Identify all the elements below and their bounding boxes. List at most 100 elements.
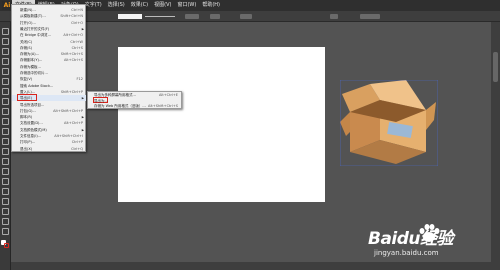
mesh-tool-icon[interactable] (2, 178, 9, 185)
stroke-preview[interactable] (118, 14, 142, 19)
menu-item-label: 存储为模板... (20, 64, 41, 69)
menu-item-shortcut: Alt+Ctrl+O (63, 33, 83, 38)
menu-item-shortcut: Alt+Ctrl+S (63, 58, 83, 63)
file-menu-item[interactable]: 导出所选项目... (12, 102, 86, 108)
menu-item-label: 关闭(C) (20, 39, 33, 44)
line-tool-icon[interactable] (2, 78, 9, 85)
file-menu-item[interactable]: 新建(N)... Ctrl+N (12, 7, 86, 13)
menu-view[interactable]: 视图(V) (151, 0, 174, 11)
hand-tool-icon[interactable] (2, 218, 9, 225)
vertical-scrollbar[interactable] (491, 22, 500, 270)
scroll-thumb[interactable] (493, 52, 498, 82)
pen-tool-icon[interactable] (2, 58, 9, 65)
menu-item-label: 文档设置(D)... (20, 121, 43, 126)
menu-item-label: 从模板新建(T)... (20, 14, 46, 19)
menu-item-shortcut: Ctrl+Q (71, 146, 83, 151)
submenu-item-shortcut: Alt+Shift+Ctrl+S (148, 104, 178, 108)
menu-item-label: 存储为(A)... (20, 52, 39, 57)
menu-item-label: 打印(P)... (20, 140, 36, 145)
file-menu-item[interactable]: 存储为模板... (12, 64, 86, 70)
style-control[interactable] (210, 14, 220, 19)
menu-effect[interactable]: 效果(C) (128, 0, 151, 11)
watermark-url: jingyan.baidu.com (374, 249, 439, 257)
type-tool-icon[interactable] (2, 68, 9, 75)
cardboard-box-illustration[interactable] (340, 80, 438, 166)
menu-item-label: 文件信息(I)... (20, 134, 42, 138)
file-menu-item[interactable]: 退出(X) Ctrl+Q (12, 146, 86, 152)
menu-item-label: 打开(O)... (20, 20, 36, 25)
shape-builder-tool-icon[interactable] (2, 168, 9, 175)
file-menu-item[interactable]: 存储选中的切片... (12, 70, 86, 76)
opacity-control[interactable] (185, 14, 199, 19)
file-menu-item[interactable]: 最近打开的文件(F) ▶ (12, 26, 86, 32)
file-menu-item[interactable]: 在 Bridge 中浏览... Alt+Ctrl+O (12, 32, 86, 38)
artboard[interactable] (118, 47, 325, 202)
export-submenu-item[interactable]: 导出为多种屏幕所用格式... Alt+Ctrl+E (88, 93, 181, 98)
stroke-weight-line (145, 16, 175, 17)
paw-logo-icon (419, 224, 440, 242)
arrange-control[interactable] (360, 14, 380, 19)
direct-selection-tool-icon[interactable] (2, 38, 9, 45)
menu-window[interactable]: 窗口(W) (174, 0, 199, 11)
export-submenu-item[interactable]: 导出为... (88, 99, 181, 104)
rectangle-tool-icon[interactable] (2, 88, 9, 95)
brush-tool-icon[interactable] (2, 98, 9, 105)
free-transform-tool-icon[interactable] (2, 158, 9, 165)
transform-control[interactable] (330, 14, 338, 19)
menu-item-label: 最近打开的文件(F) (20, 26, 50, 31)
menu-item-label: 搜索 Adobe Stock... (20, 83, 54, 88)
menu-item-label: 导出所选项目... (20, 102, 45, 107)
menu-item-label: 存储(S) (20, 45, 32, 50)
menu-item-shortcut: Ctrl+O (71, 20, 83, 25)
file-menu-item[interactable]: 存储为(A)... Shift+Ctrl+S (12, 51, 86, 57)
file-menu-item[interactable]: 文件信息(I)... Alt+Shift+Ctrl+I (12, 133, 86, 139)
menu-select[interactable]: 选择(S) (105, 0, 128, 11)
export-highlight-box (17, 94, 37, 102)
stroke-color-icon[interactable] (4, 243, 9, 248)
eyedropper-tool-icon[interactable] (2, 198, 9, 205)
menu-item-label: 脚本(R) (20, 115, 33, 120)
file-menu-item[interactable]: 关闭(C) Ctrl+W (12, 39, 86, 45)
submenu-arrow-icon: ▶ (81, 127, 84, 132)
baidu-jingyan-watermark: Baidu经验 jingyan.baidu.com (368, 224, 488, 260)
warp-tool-icon[interactable] (2, 148, 9, 155)
menu-item-shortcut: Shift+Ctrl+S (60, 52, 83, 57)
zoom-tool-icon[interactable] (2, 228, 9, 235)
scale-tool-icon[interactable] (2, 138, 9, 145)
file-menu-item[interactable]: 文档设置(D)... Alt+Ctrl+P (12, 120, 86, 126)
menu-help[interactable]: 帮助(H) (199, 0, 223, 11)
file-menu-item[interactable]: 存储副本(Y)... Alt+Ctrl+S (12, 57, 86, 63)
file-menu-item[interactable]: 打包(G)... Alt+Shift+Ctrl+P (12, 108, 86, 114)
magic-wand-tool-icon[interactable] (2, 48, 9, 55)
menu-item-label: 在 Bridge 中浏览... (20, 33, 51, 38)
export-submenu-item[interactable]: 存储为 Web 所用格式（旧版）... Alt+Shift+Ctrl+S (88, 104, 181, 109)
file-menu-item[interactable]: 脚本(R) ▶ (12, 114, 86, 120)
eraser-tool-icon[interactable] (2, 118, 9, 125)
watermark-brand: Baidu经验 (368, 229, 454, 249)
submenu-item-label: 存储为 Web 所用格式（旧版）... (94, 104, 146, 108)
file-menu-item[interactable]: 打开(O)... Ctrl+O (12, 20, 86, 26)
menu-item-shortcut: Shift+Ctrl+P (60, 89, 83, 94)
align-control[interactable] (240, 14, 252, 19)
menu-item-shortcut: Ctrl+P (71, 140, 83, 145)
blend-tool-icon[interactable] (2, 208, 9, 215)
submenu-item-label: 导出为多种屏幕所用格式... (94, 93, 136, 97)
file-menu-dropdown: 新建(N)... Ctrl+N 从模板新建(T)... Shift+Ctrl+N 打开(… (11, 4, 86, 152)
menu-item-shortcut: Alt+Ctrl+P (64, 121, 83, 126)
pencil-tool-icon[interactable] (2, 108, 9, 115)
selection-tool-icon[interactable] (2, 28, 9, 35)
export-submenu: 导出为多种屏幕所用格式... Alt+Ctrl+E 导出为... 存储为 Web 所用… (87, 91, 182, 109)
file-menu-item[interactable]: 搜索 Adobe Stock... (12, 83, 86, 89)
file-menu-item[interactable]: 文档颜色模式(M) ▶ (12, 127, 86, 133)
file-menu-item[interactable]: 存储(S) Ctrl+S (12, 45, 86, 51)
file-menu-item[interactable]: 打印(P)... Ctrl+P (12, 139, 86, 145)
menu-item-shortcut: Ctrl+S (71, 45, 83, 50)
menu-item-label: 存储选中的切片... (20, 71, 48, 75)
gradient-tool-icon[interactable] (2, 188, 9, 195)
file-menu-item[interactable]: 恢复(V) F12 (12, 76, 86, 82)
submenu-item-shortcut: Alt+Ctrl+E (158, 93, 178, 97)
box-shape (340, 80, 436, 164)
file-menu-item[interactable]: 从模板新建(T)... Shift+Ctrl+N (12, 13, 86, 19)
menu-item-label: 退出(X) (20, 146, 33, 151)
rotate-tool-icon[interactable] (2, 128, 9, 135)
